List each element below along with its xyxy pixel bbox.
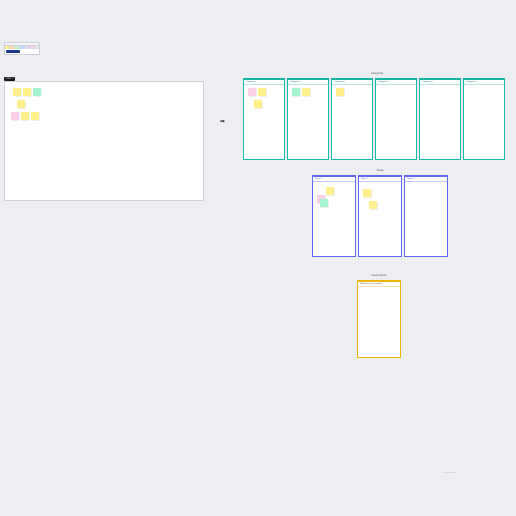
sticky-note[interactable] (254, 100, 262, 108)
category-header: Categoría 4 (376, 80, 416, 85)
category-header: Categoría 6 (464, 80, 504, 85)
topic-header: Tema 3 (405, 177, 447, 182)
topics-row: Tema 1 Tema 2 Tema 3 (312, 175, 448, 257)
categories-title: Categorías (243, 72, 511, 75)
sticky-note[interactable] (302, 88, 310, 96)
sticky-note[interactable] (369, 201, 377, 209)
sticky-note[interactable] (320, 199, 328, 207)
category-column-1[interactable]: Categoría 1 (243, 78, 285, 160)
sticky-note[interactable] (292, 88, 300, 96)
category-column-5[interactable]: Categoría 5 (419, 78, 461, 160)
sticky-note[interactable] (17, 100, 25, 108)
categories-row: Categoría 1 Categoría 2 Categoría 3 Cate… (243, 78, 505, 160)
arrow-right-icon: ➡ (220, 118, 225, 125)
sticky-palette[interactable] (4, 42, 40, 55)
sticky-note[interactable] (336, 88, 344, 96)
category-header: Categoría 2 (288, 80, 328, 85)
category-header: Categoría 3 (332, 80, 372, 85)
interpretation-column[interactable]: Resumen en una oración (357, 280, 401, 358)
topic-column-2[interactable]: Tema 2 (358, 175, 402, 257)
category-column-3[interactable]: Categoría 3 (331, 78, 373, 160)
interpretation-title: Interpretación (334, 274, 424, 277)
sticky-note[interactable] (258, 88, 266, 96)
palette-footer (5, 49, 39, 54)
sticky-note[interactable] (248, 88, 256, 96)
sticky-note[interactable] (13, 88, 21, 96)
sticky-note[interactable] (21, 112, 29, 120)
category-header: Categoría 5 (420, 80, 460, 85)
topic-header: Tema 2 (359, 177, 401, 182)
color-gray[interactable] (35, 46, 39, 49)
brainstorm-board[interactable] (4, 81, 204, 201)
sticky-note[interactable] (11, 112, 19, 120)
category-column-6[interactable]: Categoría 6 (463, 78, 505, 160)
interpretation-header: Resumen en una oración (358, 282, 400, 287)
topic-header: Tema 1 (313, 177, 355, 182)
category-column-2[interactable]: Categoría 2 (287, 78, 329, 160)
sticky-note[interactable] (33, 88, 41, 96)
category-column-4[interactable]: Categoría 4 (375, 78, 417, 160)
sticky-note[interactable] (23, 88, 31, 96)
palette-colors[interactable] (5, 46, 39, 49)
footer-credit: Mural template (443, 472, 456, 474)
category-header: Categoría 1 (244, 80, 284, 85)
topic-column-1[interactable]: Tema 1 (312, 175, 356, 257)
add-note-button[interactable] (6, 50, 20, 53)
sticky-note[interactable] (363, 189, 371, 197)
topic-column-3[interactable]: Tema 3 (404, 175, 448, 257)
topics-title: Temas (312, 169, 448, 172)
sticky-note[interactable] (326, 187, 334, 195)
sticky-note[interactable] (31, 112, 39, 120)
